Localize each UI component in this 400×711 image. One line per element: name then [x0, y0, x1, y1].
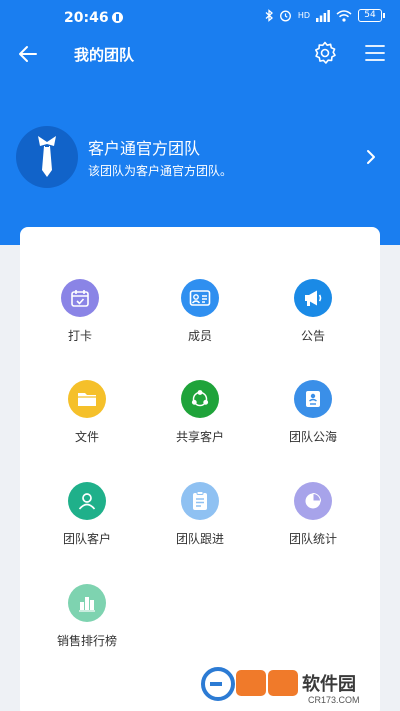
status-time: 20:46 [64, 10, 109, 26]
follow-up-icon [181, 482, 219, 520]
folder-icon [68, 380, 106, 418]
check-in-calendar-icon [61, 279, 99, 317]
grid-label: 团队跟进 [175, 532, 224, 546]
menu-icon [365, 45, 385, 61]
grid-label: 文件 [74, 430, 99, 444]
grid-label: 团队客户 [62, 532, 111, 546]
necktie-icon [38, 136, 56, 177]
grid-item-files[interactable]: 文件 [27, 380, 147, 470]
alarm-icon [279, 10, 291, 22]
sales-ranking-icon [68, 584, 106, 622]
grid-item-sales-ranking[interactable]: 销售排行榜 [27, 584, 147, 674]
grid-item-team-statistics[interactable]: 团队统计 [253, 482, 373, 572]
grid-item-shared-customers[interactable]: 共享客户 [140, 380, 260, 470]
team-description: 该团队为客户通官方团队。 [88, 164, 233, 178]
back-button[interactable] [16, 42, 42, 66]
notification-icon [112, 12, 123, 23]
signal-icon [316, 9, 330, 22]
signal-type: HD [297, 10, 310, 20]
grid-label: 销售排行榜 [56, 634, 117, 648]
grid-label: 打卡 [67, 329, 92, 343]
statistics-pie-icon [294, 482, 332, 520]
status-bar: 20:46 HD 54 [0, 0, 400, 36]
svg-text:CR173.COM: CR173.COM [308, 695, 360, 705]
arrow-left-icon [19, 46, 37, 62]
team-pool-icon [294, 380, 332, 418]
battery-icon: 54 [358, 9, 385, 22]
grid-label: 团队公海 [288, 430, 337, 444]
megaphone-icon [294, 279, 332, 317]
status-icons: HD 54 [265, 9, 385, 22]
page-title: 我的团队 [74, 46, 135, 64]
team-name: 客户通官方团队 [88, 139, 201, 158]
menu-button[interactable] [364, 42, 386, 64]
team-avatar [16, 126, 78, 188]
grid-item-team-follow-up[interactable]: 团队跟进 [140, 482, 260, 572]
team-functions-panel: 打卡 成员 公告 文件 共享客户 团队公海 团队客户 团队跟进 团队统计 销售排… [20, 227, 380, 711]
team-info-card[interactable]: 客户通官方团队 该团队为客户通官方团队。 [0, 118, 400, 198]
bluetooth-icon [265, 9, 273, 22]
wifi-icon [336, 9, 352, 22]
svg-text:软件园: 软件园 [302, 673, 356, 694]
team-customer-icon [68, 482, 106, 520]
settings-button[interactable] [312, 40, 338, 66]
grid-label: 共享客户 [175, 430, 224, 444]
members-card-icon [181, 279, 219, 317]
grid-item-announcement[interactable]: 公告 [253, 279, 373, 369]
grid-item-check-in[interactable]: 打卡 [20, 279, 140, 369]
watermark-logo: 软件园 CR173.COM [200, 660, 400, 706]
chevron-right-icon [364, 146, 378, 168]
grid-label: 成员 [187, 329, 212, 343]
grid-label: 公告 [300, 329, 325, 343]
grid-item-members[interactable]: 成员 [140, 279, 260, 369]
share-icon [181, 380, 219, 418]
nav-bar: 我的团队 [0, 36, 400, 72]
gear-icon [315, 41, 336, 64]
grid-label: 团队统计 [288, 532, 337, 546]
grid-item-team-pool[interactable]: 团队公海 [253, 380, 373, 470]
grid-item-team-customers[interactable]: 团队客户 [27, 482, 147, 572]
